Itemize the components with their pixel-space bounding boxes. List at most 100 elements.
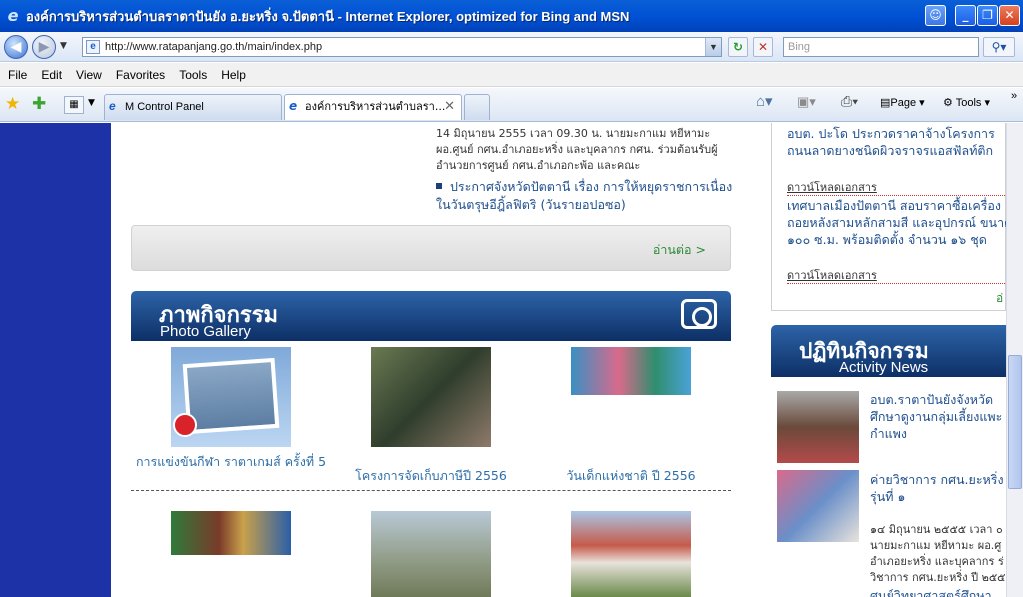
add-favorites-icon[interactable]: ✚ xyxy=(32,94,46,114)
menu-favorites[interactable]: Favorites xyxy=(116,68,165,82)
activity-item-2-body4: วิชาการ กศน.ยะหริ่ง ปี ๒๕๕ xyxy=(870,571,1006,584)
close-button[interactable]: ✕ xyxy=(999,5,1020,26)
feeds-icon[interactable]: ▣▾ xyxy=(797,94,816,110)
back-button[interactable]: ◀ xyxy=(4,35,28,59)
tab-bar: ★ ✚ ▦ ▼ e M Control Panel e องค์การบริหา… xyxy=(0,88,1023,122)
window-title: องค์การบริหารส่วนตำบลราตาปันยัง อ.ยะหริ่… xyxy=(26,8,630,24)
ie-tab-icon: e xyxy=(289,99,298,113)
activity-item-2-body1: ๑๔ มิถุนายน ๒๕๕๕ เวลา ๐ xyxy=(870,523,1003,536)
page-icon: e xyxy=(86,40,100,54)
left-blue-sidebar xyxy=(0,123,111,597)
gallery-caption-3[interactable]: วันเด็กแห่งชาติ ปี 2556 xyxy=(533,467,729,484)
url-text: http://www.ratapanjang.go.th/main/index.… xyxy=(105,41,323,53)
news-link-text: ประกาศจังหวัดปัตตานี เรื่อง การให้หยุดรา… xyxy=(436,179,733,212)
activity-thumb-2[interactable] xyxy=(777,470,859,542)
procurement-link-2b[interactable]: ถอยหลังสามหลักสามสี และอุปกรณ์ ขนาด xyxy=(787,214,1006,231)
tab-active-site[interactable]: e องค์การบริหารส่วนตำบลรา... ✕ xyxy=(284,94,462,120)
favorites-star-icon[interactable]: ★ xyxy=(5,94,20,114)
procurement-box: อบต. ปะโด ประกวดราคาจ้างโครงการ ถนนลาดยา… xyxy=(771,123,1006,311)
more-commands-icon[interactable]: » xyxy=(1011,90,1017,102)
photo-gallery-header: ภาพกิจกรรม Photo Gallery xyxy=(131,291,731,341)
page-viewport: 14 มิถุนายน 2555 เวลา 09.30 น. นายมะกาแม… xyxy=(0,123,1006,597)
gear-icon: ⚙ xyxy=(943,97,953,109)
activity-item-2-body3: อำเภอยะหริ่ง และบุคลากร ร่ xyxy=(870,555,1004,568)
procurement-link-2c[interactable]: ๑๐๐ ซ.ม. พร้อมติดตั้ง จำนวน ๑๖ ชุด xyxy=(787,231,987,248)
ie-tab-icon: e xyxy=(109,99,116,113)
bullet-icon xyxy=(436,183,442,189)
activity-thumb-1[interactable] xyxy=(777,391,859,463)
news-link[interactable]: ประกาศจังหวัดปัตตานี เรื่อง การให้หยุดรา… xyxy=(436,178,736,214)
gallery-thumb-3[interactable] xyxy=(571,347,691,395)
tools-menu[interactable]: ⚙ Tools ▾ xyxy=(943,96,990,109)
restore-button[interactable]: ❐ xyxy=(977,5,998,26)
tab-label: องค์การบริหารส่วนตำบลรา... xyxy=(305,100,446,113)
activity-item-2-line1[interactable]: ค่ายวิชาการ กศน.ยะหริ่ง xyxy=(870,471,1004,488)
people-placeholder-icon xyxy=(182,357,280,435)
address-bar: ◀ ▶ ▼ e http://www.ratapanjang.go.th/mai… xyxy=(0,32,1023,62)
new-tab-button[interactable] xyxy=(464,94,490,120)
tools-menu-label: Tools xyxy=(955,97,982,109)
activity-news-header: ปฏิทินกิจกรรม Activity News xyxy=(771,325,1006,377)
history-dropdown-icon[interactable]: ▼ xyxy=(60,41,67,51)
page-menu[interactable]: ▤Page ▾ xyxy=(880,96,925,109)
stop-button[interactable]: ✕ xyxy=(753,37,773,57)
activity-item-1-line1[interactable]: อบต.ราตาปันยังจังหวัด xyxy=(870,391,993,408)
tab-list-dropdown-icon[interactable]: ▼ xyxy=(88,98,95,108)
quick-tabs-icon[interactable]: ▦ xyxy=(64,96,84,114)
menu-view[interactable]: View xyxy=(76,68,102,82)
procurement-link-1b[interactable]: ถนนลาดยางชนิดผิวจราจรแอสฟัลท์ติก xyxy=(787,142,993,159)
right-column: อบต. ปะโด ประกวดราคาจ้างโครงการ ถนนลาดยา… xyxy=(771,123,1006,597)
print-icon[interactable]: ⎙▾ xyxy=(841,93,858,110)
search-input[interactable]: Bing xyxy=(783,37,979,57)
gallery-thumb-1[interactable] xyxy=(171,347,291,447)
separator xyxy=(787,195,1006,196)
page-icon: ▤ xyxy=(880,97,891,109)
activity-item-1-line2[interactable]: ศึกษาดูงานกลุ่มเลี้ยงแพะ xyxy=(870,408,1002,425)
download-link-1[interactable]: ดาวน์โหลดเอกสาร xyxy=(787,178,877,196)
refresh-button[interactable]: ↻ xyxy=(728,37,748,57)
menu-file[interactable]: File xyxy=(8,68,27,82)
ie-logo-icon: e xyxy=(7,6,19,25)
scrollbar-thumb[interactable] xyxy=(1008,355,1022,489)
vertical-scrollbar[interactable] xyxy=(1006,123,1023,597)
menu-help[interactable]: Help xyxy=(221,68,246,82)
forward-button[interactable]: ▶ xyxy=(32,35,56,59)
menu-tools[interactable]: Tools xyxy=(179,68,207,82)
no-image-icon xyxy=(173,413,197,437)
gallery-title-en: Photo Gallery xyxy=(160,323,251,340)
gallery-divider xyxy=(131,490,731,491)
read-more-box: อ่านต่อ > xyxy=(131,225,731,271)
activity-item-3[interactable]: ศูนย์วิทยาศาสตร์ศึกษา xyxy=(870,587,992,597)
read-more-right[interactable]: อ่ xyxy=(996,289,1003,308)
activity-item-1-line3[interactable]: กำแพง xyxy=(870,425,907,442)
procurement-link-2[interactable]: เทศบาลเมืองปัตตานี สอบราคาซื้อเครื่อง xyxy=(787,197,1001,214)
address-input[interactable]: e http://www.ratapanjang.go.th/main/inde… xyxy=(82,37,722,57)
window-titlebar: e องค์การบริหารส่วนตำบลราตาปันยัง อ.ยะหร… xyxy=(0,0,1023,32)
activity-item-2-body2: นายมะกาแม หยีหามะ ผอ.ศู xyxy=(870,539,1002,552)
search-button[interactable]: ⚲▾ xyxy=(983,37,1015,57)
gallery-thumb-6[interactable] xyxy=(571,511,691,597)
tab-label: M Control Panel xyxy=(125,101,204,113)
camera-icon xyxy=(681,299,717,329)
menu-edit[interactable]: Edit xyxy=(41,68,62,82)
tab-control-panel[interactable]: e M Control Panel xyxy=(104,94,282,120)
activity-title-en: Activity News xyxy=(839,359,929,376)
menu-bar: File Edit View Favorites Tools Help xyxy=(0,63,1023,87)
procurement-link-1[interactable]: อบต. ปะโด ประกวดราคาจ้างโครงการ xyxy=(787,125,995,142)
news-text: 14 มิถุนายน 2555 เวลา 09.30 น. นายมะกาแม… xyxy=(436,127,718,172)
gallery-thumb-2[interactable] xyxy=(371,347,491,447)
gallery-thumb-4[interactable] xyxy=(171,511,291,555)
feedback-icon[interactable]: ☺ xyxy=(925,5,946,26)
download-link-2[interactable]: ดาวน์โหลดเอกสาร xyxy=(787,266,877,284)
activity-item-2-line2[interactable]: รุ่นที่ ๑ xyxy=(870,488,905,505)
minimize-button[interactable]: _ xyxy=(955,5,976,26)
chevron-down-icon[interactable]: ▼ xyxy=(705,38,721,56)
gallery-caption-2[interactable]: โครงการจัดเก็บภาษีปี 2556 xyxy=(333,467,529,484)
gallery-thumb-5[interactable] xyxy=(371,511,491,597)
separator xyxy=(787,283,1006,284)
gallery-caption-1[interactable]: การแข่งขันกีฬา ราตาเกมส์ ครั้งที่ 5 xyxy=(133,453,329,470)
close-tab-icon[interactable]: ✕ xyxy=(444,95,455,119)
home-icon[interactable]: ⌂▾ xyxy=(756,92,773,110)
page-menu-label: Page xyxy=(890,97,917,109)
read-more-link[interactable]: อ่านต่อ > xyxy=(653,240,706,260)
